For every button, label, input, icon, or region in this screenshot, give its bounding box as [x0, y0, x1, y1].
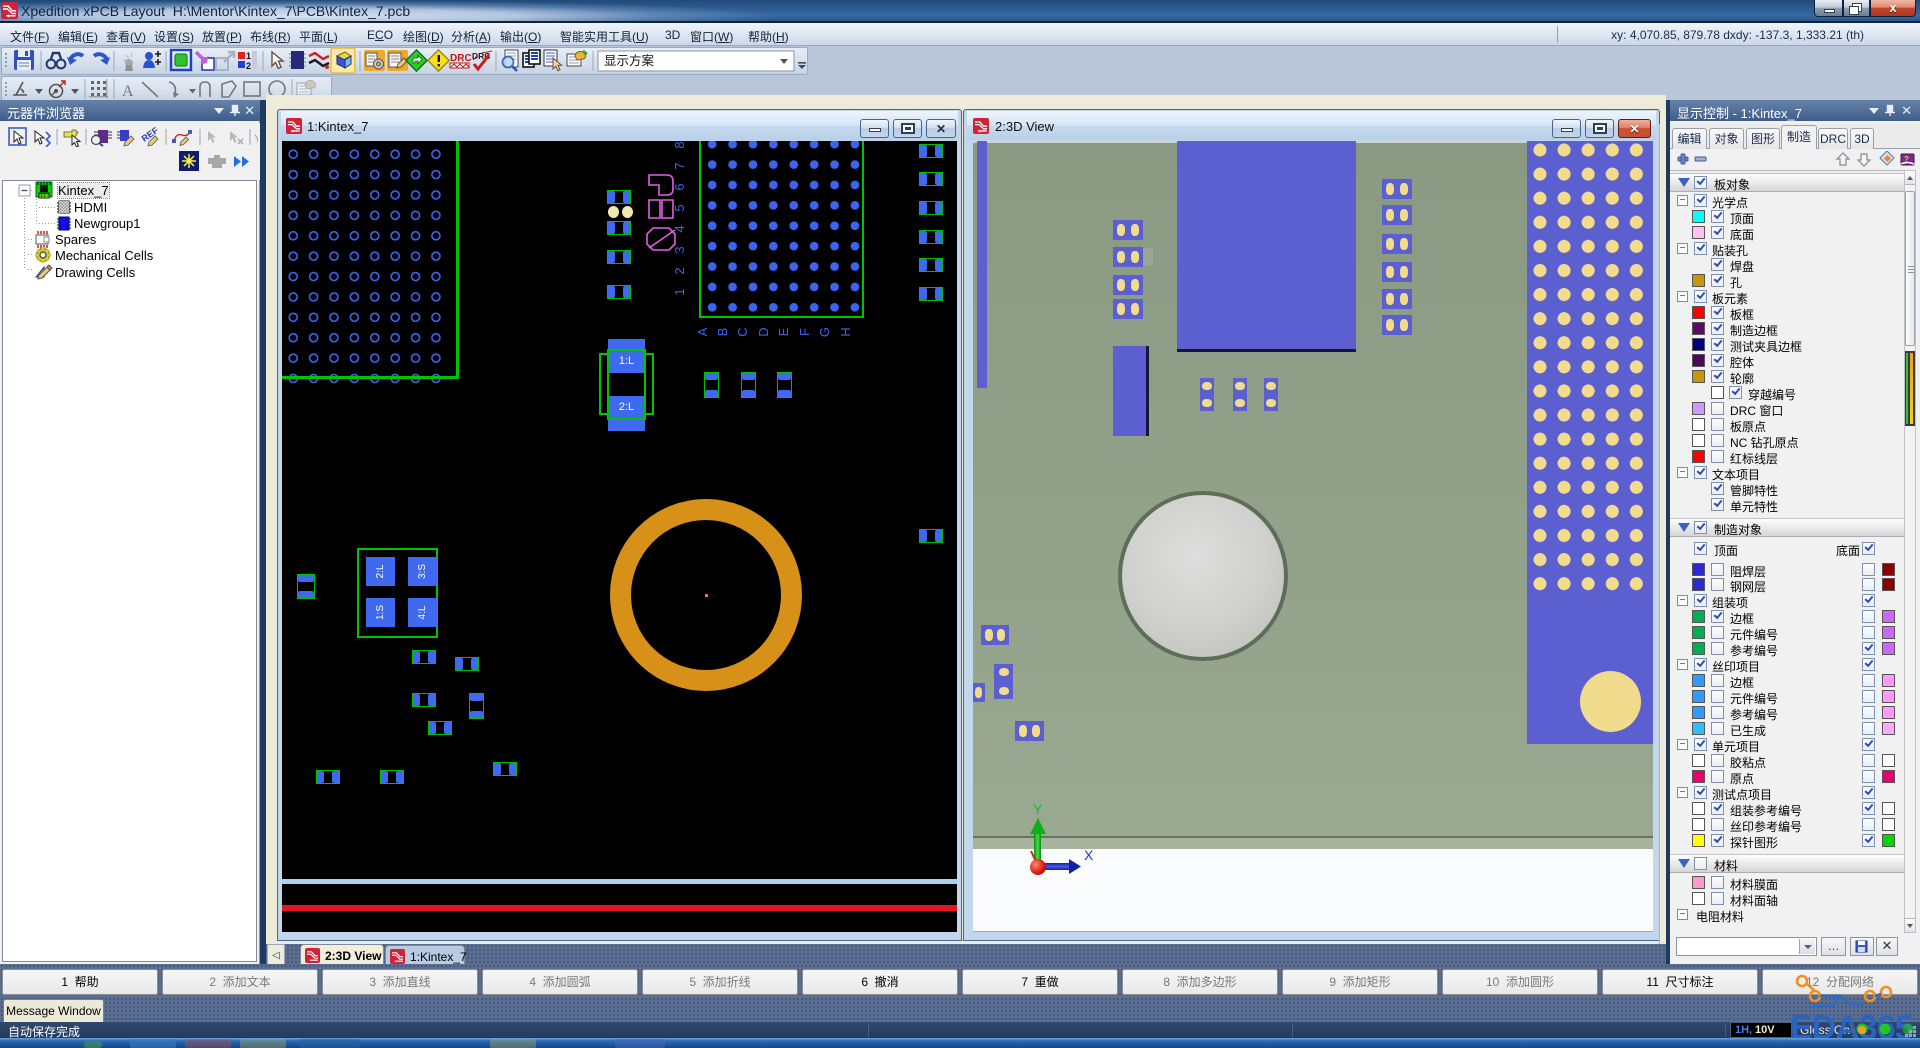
svg-text:显示方案: 显示方案: [604, 53, 655, 68]
svg-text:2: 2: [246, 61, 251, 71]
svg-text:1: 1: [246, 51, 251, 61]
svg-text:X: X: [1084, 847, 1094, 863]
svg-text:Y: Y: [1033, 801, 1043, 817]
svg-text:Y: Y: [254, 133, 258, 145]
svg-text:DRC: DRC: [450, 53, 472, 64]
svg-text:A: A: [122, 83, 134, 100]
svg-text:?: ?: [1904, 155, 1909, 164]
